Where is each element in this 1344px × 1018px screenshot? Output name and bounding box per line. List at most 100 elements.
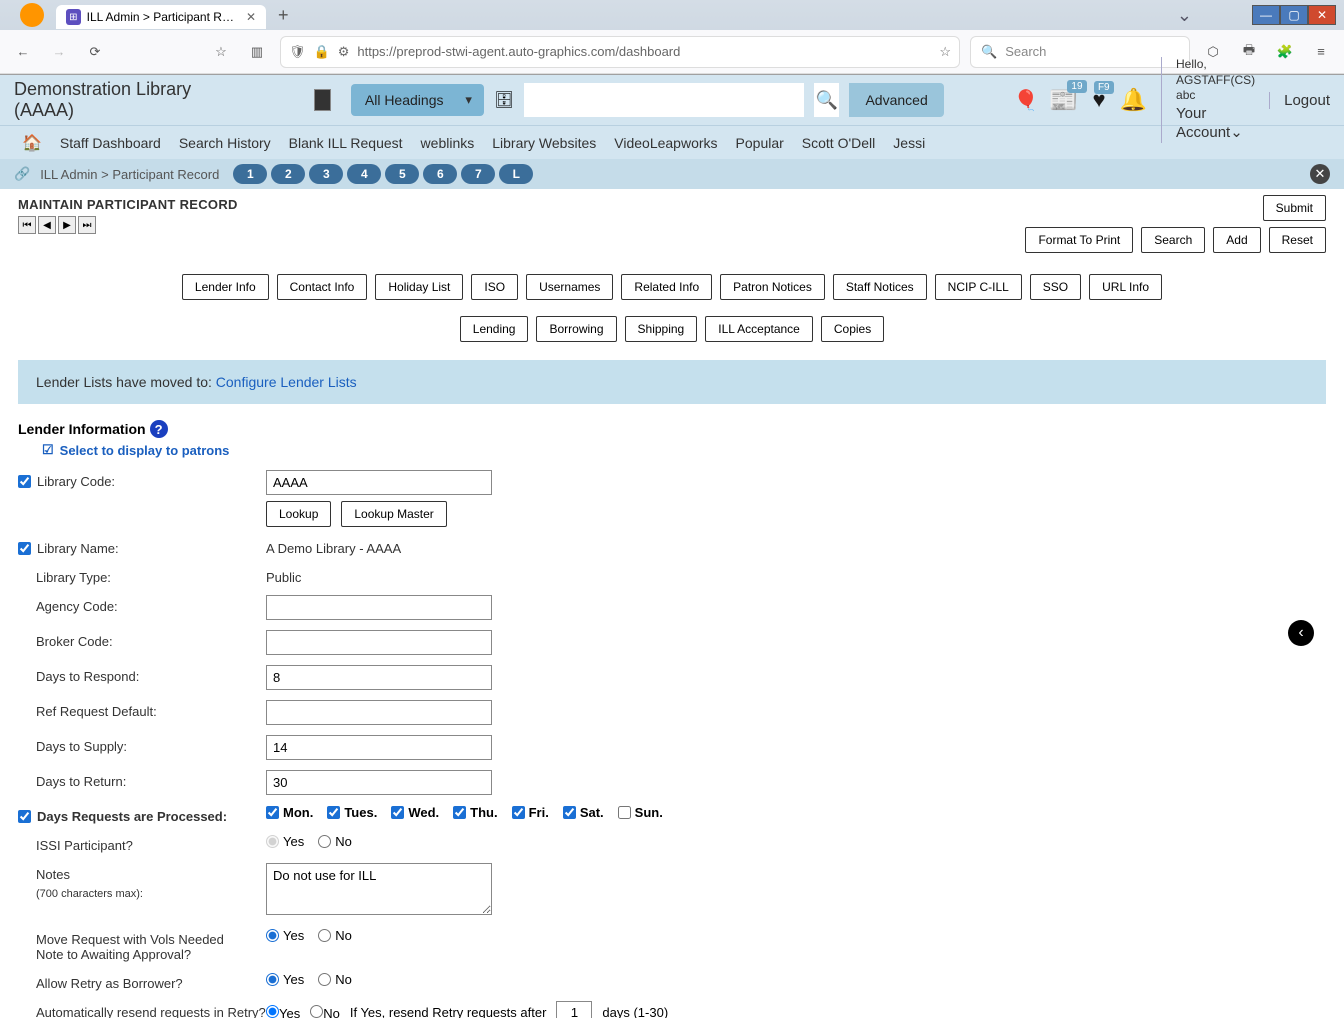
collapse-chevron-icon[interactable]: ‹ bbox=[1288, 620, 1314, 646]
days-to-supply-input[interactable] bbox=[266, 735, 492, 760]
day-mon-checkbox[interactable] bbox=[266, 806, 279, 819]
nav-search-history[interactable]: Search History bbox=[179, 135, 271, 151]
star-icon[interactable]: ☆ bbox=[939, 44, 951, 60]
select-to-display-link[interactable]: ☑ Select to display to patrons bbox=[42, 442, 1326, 458]
notes-textarea[interactable]: Do not use for ILL bbox=[266, 863, 492, 915]
auto-resend-yes-radio[interactable] bbox=[266, 1005, 279, 1018]
pager-prev-icon[interactable]: ◀ bbox=[38, 216, 56, 234]
library-code-checkbox[interactable] bbox=[18, 475, 31, 488]
window-maximize-button[interactable]: ▢ bbox=[1280, 5, 1308, 25]
tab-holiday-list[interactable]: Holiday List bbox=[375, 274, 463, 300]
move-request-yes-radio[interactable] bbox=[266, 929, 279, 942]
home-icon[interactable]: 🏠 bbox=[22, 133, 42, 153]
day-wed-checkbox[interactable] bbox=[391, 806, 404, 819]
configure-lender-lists-link[interactable]: Configure Lender Lists bbox=[216, 374, 357, 390]
url-bar[interactable]: 🛡 🔒 ⚙ https://preprod-stwi-agent.auto-gr… bbox=[280, 36, 960, 68]
context-pill-1[interactable]: 1 bbox=[233, 164, 267, 184]
reset-button[interactable]: Reset bbox=[1269, 227, 1326, 253]
agency-code-input[interactable] bbox=[266, 595, 492, 620]
tab-close-icon[interactable]: ✕ bbox=[246, 10, 256, 24]
search-button[interactable]: 🔍 bbox=[814, 83, 839, 117]
format-to-print-button[interactable]: Format To Print bbox=[1025, 227, 1133, 253]
ref-request-default-input[interactable] bbox=[266, 700, 492, 725]
tab-sso[interactable]: SSO bbox=[1030, 274, 1081, 300]
nav-library-websites[interactable]: Library Websites bbox=[492, 135, 596, 151]
context-pill-5[interactable]: 5 bbox=[385, 164, 419, 184]
broker-code-input[interactable] bbox=[266, 630, 492, 655]
tab-borrowing[interactable]: Borrowing bbox=[536, 316, 616, 342]
tab-shipping[interactable]: Shipping bbox=[625, 316, 698, 342]
context-pill-4[interactable]: 4 bbox=[347, 164, 381, 184]
library-icon[interactable]: ▥ bbox=[244, 39, 270, 65]
days-to-respond-input[interactable] bbox=[266, 665, 492, 690]
auto-resend-no-radio[interactable] bbox=[310, 1005, 323, 1018]
logout-link[interactable]: Logout bbox=[1269, 92, 1330, 109]
language-icon[interactable] bbox=[314, 89, 331, 111]
context-close-icon[interactable]: ✕ bbox=[1310, 164, 1330, 184]
library-name-checkbox[interactable] bbox=[18, 542, 31, 555]
advanced-button[interactable]: Advanced bbox=[849, 83, 943, 117]
tab-patron-notices[interactable]: Patron Notices bbox=[720, 274, 825, 300]
day-tue-checkbox[interactable] bbox=[327, 806, 340, 819]
nav-blank-ill-request[interactable]: Blank ILL Request bbox=[289, 135, 403, 151]
nav-weblinks[interactable]: weblinks bbox=[421, 135, 475, 151]
tab-usernames[interactable]: Usernames bbox=[526, 274, 613, 300]
tab-ncip-c-ill[interactable]: NCIP C-ILL bbox=[935, 274, 1022, 300]
pager-next-icon[interactable]: ▶ bbox=[58, 216, 76, 234]
nav-staff-dashboard[interactable]: Staff Dashboard bbox=[60, 135, 161, 151]
day-thu-checkbox[interactable] bbox=[453, 806, 466, 819]
context-pill-l[interactable]: L bbox=[499, 164, 533, 184]
day-sun-checkbox[interactable] bbox=[618, 806, 631, 819]
nav-popular[interactable]: Popular bbox=[736, 135, 784, 151]
back-button[interactable]: ← bbox=[10, 39, 36, 65]
context-pill-7[interactable]: 7 bbox=[461, 164, 495, 184]
tab-iso[interactable]: ISO bbox=[471, 274, 518, 300]
day-sat-checkbox[interactable] bbox=[563, 806, 576, 819]
tab-lending[interactable]: Lending bbox=[460, 316, 529, 342]
nav-scott-odell[interactable]: Scott O'Dell bbox=[802, 135, 875, 151]
context-pill-2[interactable]: 2 bbox=[271, 164, 305, 184]
allow-retry-yes-radio[interactable] bbox=[266, 973, 279, 986]
day-fri-checkbox[interactable] bbox=[512, 806, 525, 819]
resend-days-input[interactable] bbox=[556, 1001, 592, 1018]
headings-dropdown[interactable]: All Headings bbox=[351, 84, 484, 116]
tab-staff-notices[interactable]: Staff Notices bbox=[833, 274, 927, 300]
context-pill-6[interactable]: 6 bbox=[423, 164, 457, 184]
lookup-master-button[interactable]: Lookup Master bbox=[341, 501, 446, 527]
submit-button[interactable]: Submit bbox=[1263, 195, 1326, 221]
balloon-icon[interactable]: 🎈 bbox=[1014, 88, 1039, 113]
issi-yes-radio[interactable] bbox=[266, 835, 279, 848]
messages-icon[interactable]: 📰 19 bbox=[1049, 86, 1079, 115]
window-close-button[interactable]: ✕ bbox=[1308, 5, 1336, 25]
nav-jessi[interactable]: Jessi bbox=[893, 135, 925, 151]
new-tab-button[interactable]: + bbox=[278, 5, 289, 26]
reload-button[interactable]: ⟳ bbox=[82, 39, 108, 65]
lookup-button[interactable]: Lookup bbox=[266, 501, 331, 527]
forward-button[interactable]: → bbox=[46, 39, 72, 65]
tab-contact-info[interactable]: Contact Info bbox=[277, 274, 368, 300]
allow-retry-no-radio[interactable] bbox=[318, 973, 331, 986]
tab-url-info[interactable]: URL Info bbox=[1089, 274, 1162, 300]
account-dropdown[interactable]: Hello, AGSTAFF(CS) abc Your Account⌄ bbox=[1161, 57, 1255, 143]
tab-lender-info[interactable]: Lender Info bbox=[182, 274, 269, 300]
tab-related-info[interactable]: Related Info bbox=[621, 274, 712, 300]
help-icon[interactable]: ? bbox=[150, 420, 168, 438]
move-request-no-radio[interactable] bbox=[318, 929, 331, 942]
main-search-input[interactable] bbox=[524, 83, 804, 117]
favorites-icon[interactable]: ♥ F9 bbox=[1093, 87, 1106, 113]
issi-no-radio[interactable] bbox=[318, 835, 331, 848]
tab-copies[interactable]: Copies bbox=[821, 316, 884, 342]
days-to-return-input[interactable] bbox=[266, 770, 492, 795]
tabs-dropdown-icon[interactable]: ⌄ bbox=[1177, 5, 1192, 26]
add-button[interactable]: Add bbox=[1213, 227, 1260, 253]
library-code-input[interactable] bbox=[266, 470, 492, 495]
nav-videoleapworks[interactable]: VideoLeapworks bbox=[614, 135, 717, 151]
browser-tab[interactable]: ⊞ ILL Admin > Participant Record ✕ bbox=[56, 5, 266, 29]
context-pill-3[interactable]: 3 bbox=[309, 164, 343, 184]
database-icon[interactable]: 🗄 bbox=[494, 90, 514, 110]
pager-last-icon[interactable]: ⏭ bbox=[78, 216, 96, 234]
bookmark-icon[interactable]: ☆ bbox=[208, 39, 234, 65]
days-processed-checkbox[interactable] bbox=[18, 810, 31, 823]
notifications-icon[interactable]: 🔔 bbox=[1120, 87, 1147, 113]
pager-first-icon[interactable]: ⏮ bbox=[18, 216, 36, 234]
